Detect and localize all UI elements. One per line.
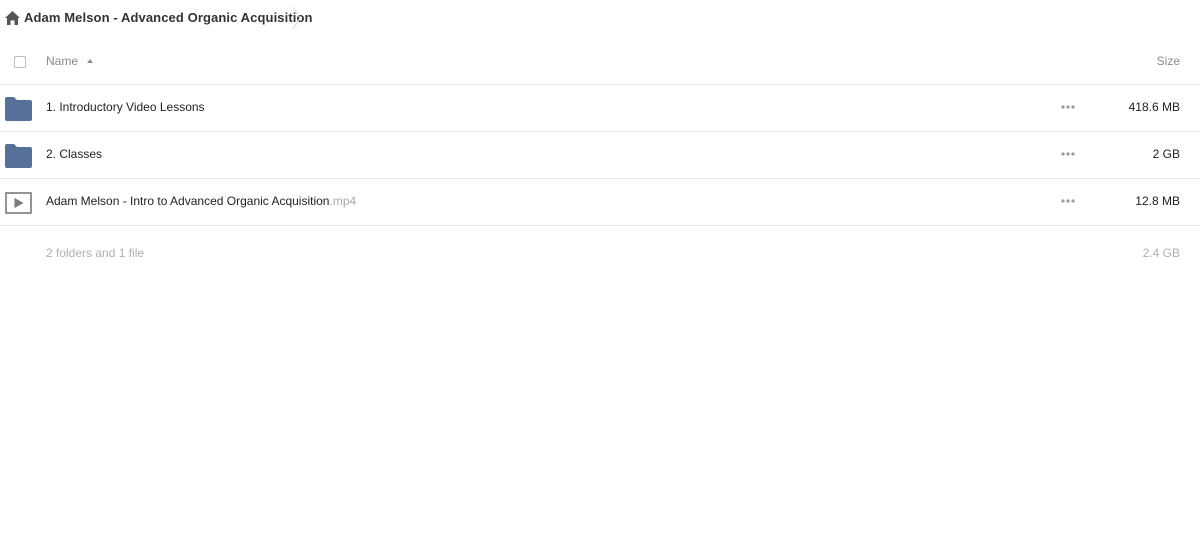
item-name[interactable]: 2. Classes — [46, 147, 102, 161]
video-file-icon — [5, 192, 32, 214]
breadcrumb-current-folder[interactable]: Adam Melson - Advanced Organic Acquisiti… — [24, 10, 313, 25]
item-size: 12.8 MB — [1135, 194, 1180, 208]
list-item[interactable]: Adam Melson - Intro to Advanced Organic … — [0, 179, 1200, 226]
list-summary: 2 folders and 1 file 2.4 GB — [0, 226, 1200, 278]
list-header: Name Size — [0, 38, 1200, 85]
item-count: 2 folders and 1 file — [46, 246, 145, 260]
item-size: 418.6 MB — [1128, 100, 1180, 114]
breadcrumb: Adam Melson - Advanced Organic Acquisiti… — [0, 0, 1200, 36]
total-size: 2.4 GB — [1142, 246, 1180, 260]
list-item[interactable]: 1. Introductory Video Lessons 418.6 MB — [0, 85, 1200, 132]
item-name[interactable]: Adam Melson - Intro to Advanced Organic … — [46, 194, 356, 208]
size-column-header[interactable]: Size — [1157, 54, 1180, 68]
item-size: 2 GB — [1152, 147, 1180, 161]
breadcrumb-chevron-icon — [292, 6, 301, 30]
home-icon[interactable] — [5, 11, 20, 25]
sort-ascending-icon[interactable] — [87, 59, 93, 63]
more-options-icon[interactable] — [1059, 196, 1077, 206]
list-item[interactable]: 2. Classes 2 GB — [0, 132, 1200, 179]
select-all-checkbox[interactable] — [14, 56, 26, 68]
more-options-icon[interactable] — [1059, 149, 1077, 159]
item-name[interactable]: 1. Introductory Video Lessons — [46, 100, 205, 114]
folder-icon — [5, 97, 32, 121]
name-column-header[interactable]: Name — [46, 54, 78, 68]
folder-icon — [5, 144, 32, 168]
more-options-icon[interactable] — [1059, 102, 1077, 112]
